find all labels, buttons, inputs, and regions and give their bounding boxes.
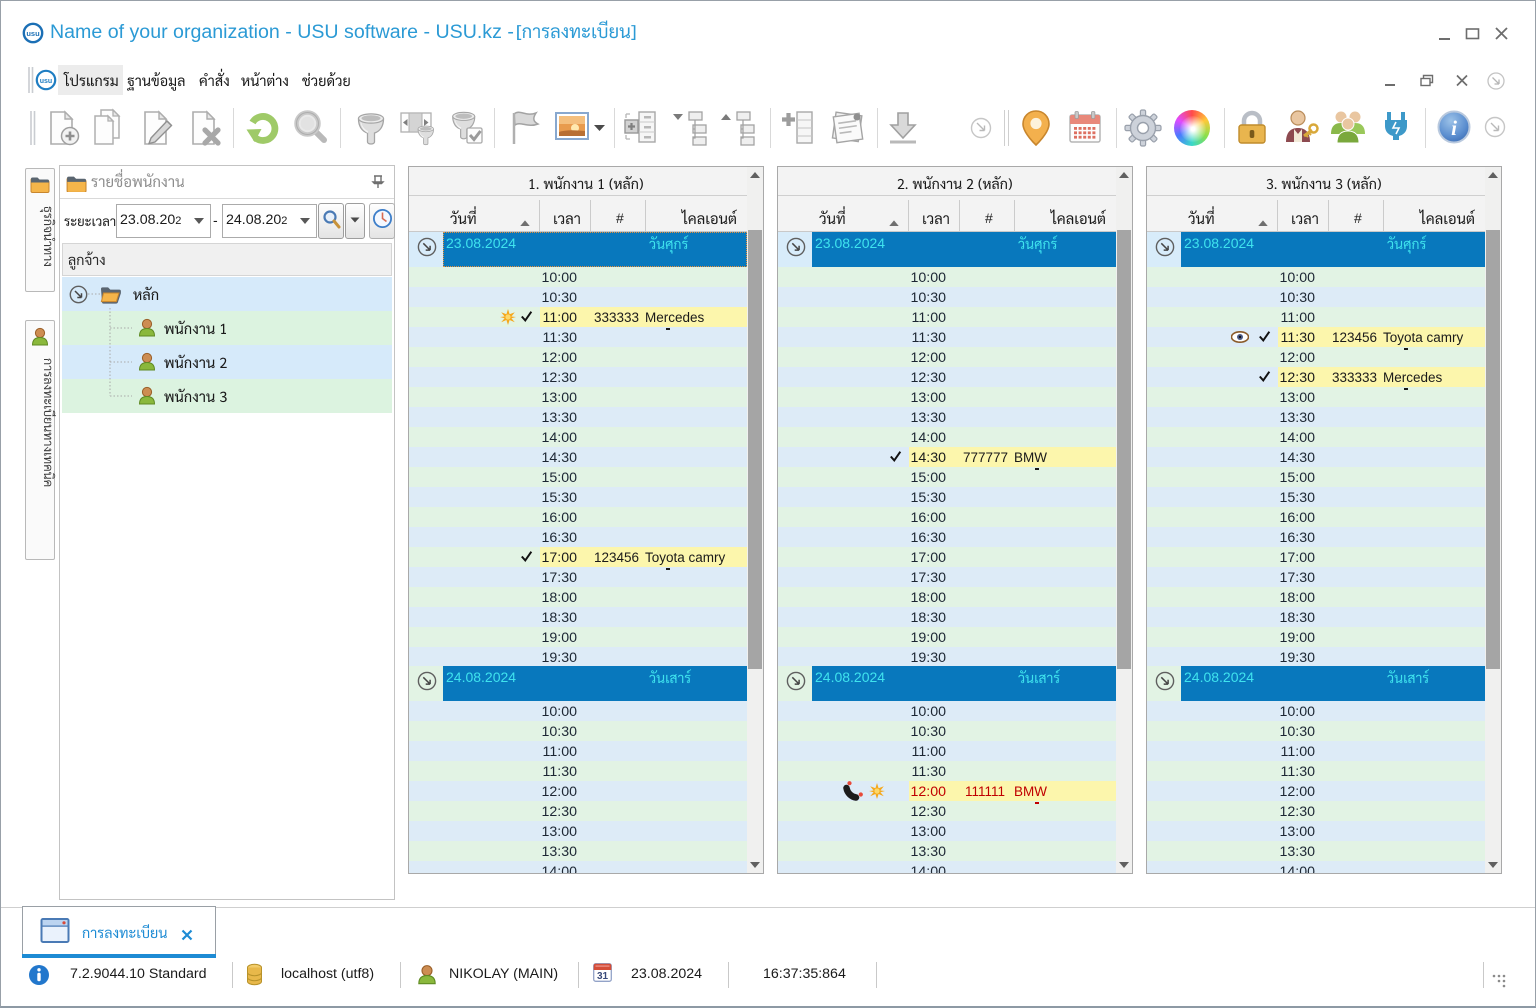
svg-text:31: 31 (597, 971, 609, 982)
svg-text:usu: usu (26, 29, 40, 38)
svg-text:i: i (1451, 116, 1457, 140)
svg-text:usu: usu (40, 78, 52, 85)
